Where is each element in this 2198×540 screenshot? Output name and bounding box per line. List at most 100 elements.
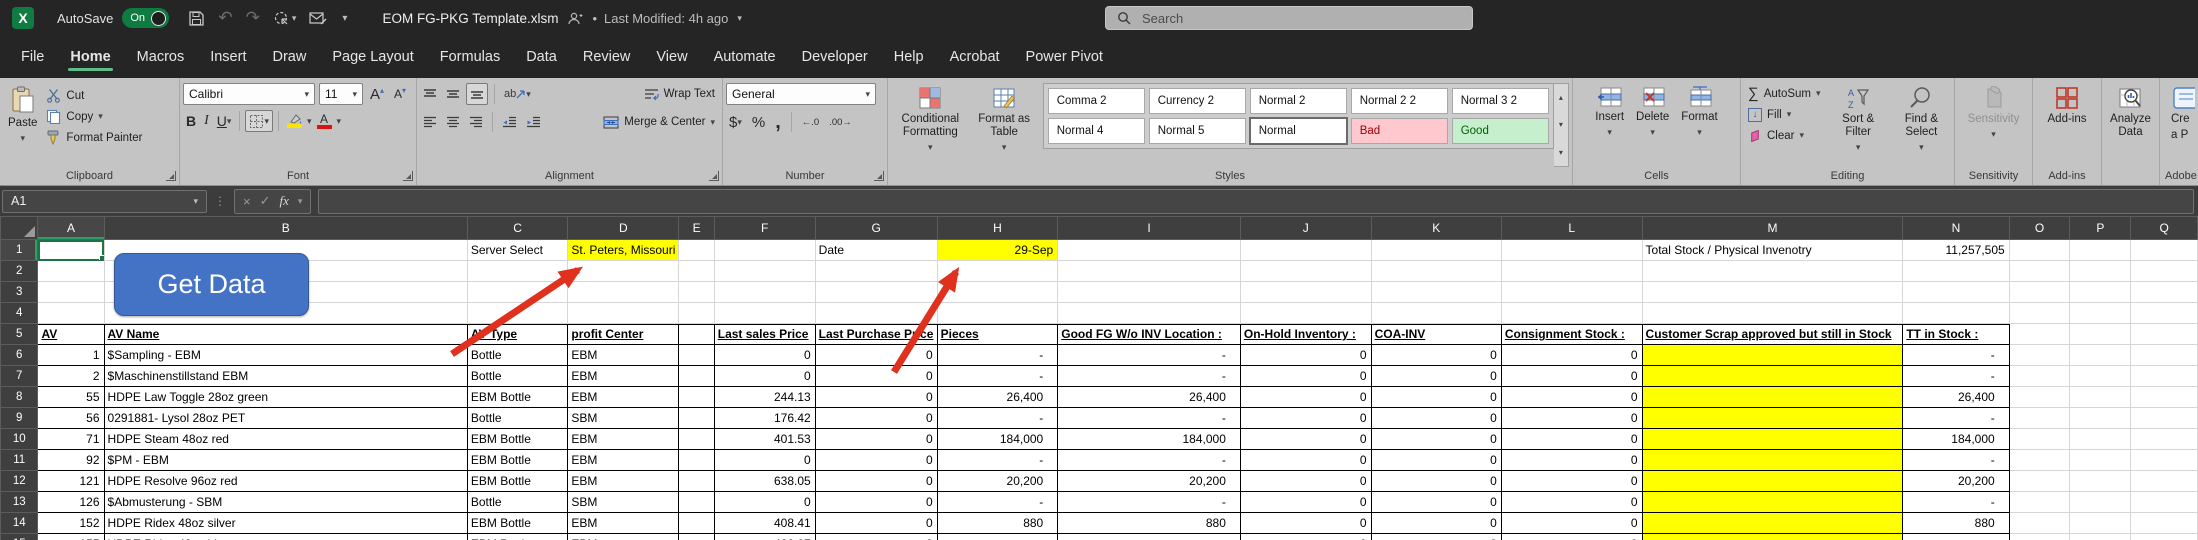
cell-D7[interactable]: EBM bbox=[568, 366, 679, 387]
format-cells-button[interactable]: Format ▾ bbox=[1676, 83, 1722, 140]
column-header-A[interactable]: A bbox=[38, 217, 104, 240]
increase-indent-button[interactable] bbox=[523, 111, 544, 133]
cell-M2[interactable] bbox=[1642, 261, 1903, 282]
paste-button[interactable]: Paste ▾ bbox=[3, 83, 42, 146]
style-chip-normal-4[interactable]: Normal 4 bbox=[1048, 118, 1145, 144]
cell-J8[interactable]: 0 bbox=[1240, 387, 1371, 408]
cell-L8[interactable]: 0 bbox=[1501, 387, 1642, 408]
font-size-select[interactable]: 11 ▾ bbox=[319, 83, 363, 105]
grow-font-button[interactable]: A▴ bbox=[367, 83, 387, 105]
style-chip-normal-2[interactable]: Normal 2 bbox=[1250, 88, 1347, 114]
cell-M11[interactable] bbox=[1642, 450, 1903, 471]
cell-E10[interactable] bbox=[679, 429, 714, 450]
cell-D12[interactable]: EBM bbox=[568, 471, 679, 492]
cell-I2[interactable] bbox=[1058, 261, 1241, 282]
formula-bar-grip[interactable]: ⋮ bbox=[214, 194, 227, 208]
cell-F11[interactable]: 0 bbox=[714, 450, 815, 471]
cell-J6[interactable]: 0 bbox=[1240, 345, 1371, 366]
gallery-expand-icon[interactable]: ▾ bbox=[1559, 148, 1563, 157]
cell-G1[interactable]: Date bbox=[815, 240, 937, 261]
cell-N13[interactable]: - bbox=[1903, 492, 2009, 513]
cell-J2[interactable] bbox=[1240, 261, 1371, 282]
column-header-Q[interactable]: Q bbox=[2131, 217, 2198, 240]
cell-E3[interactable] bbox=[679, 282, 714, 303]
cell-P15[interactable] bbox=[2070, 534, 2131, 540]
cell-C4[interactable] bbox=[467, 303, 567, 324]
cell-J15[interactable]: 0 bbox=[1240, 534, 1371, 540]
cell-B7[interactable]: $Maschinenstillstand EBM bbox=[104, 366, 467, 387]
align-left-button[interactable] bbox=[420, 111, 440, 133]
cell-Q15[interactable] bbox=[2131, 534, 2198, 540]
cell-I14[interactable]: 880 bbox=[1058, 513, 1241, 534]
document-title[interactable]: EOM FG-PKG Template.xlsm bbox=[382, 11, 558, 26]
row-header-10[interactable]: 10 bbox=[1, 429, 38, 450]
menu-tab-review[interactable]: Review bbox=[570, 40, 644, 78]
cell-I1[interactable] bbox=[1058, 240, 1241, 261]
styles-gallery-scrollbar[interactable]: ▴ ▾ ▾ bbox=[1554, 83, 1569, 167]
menu-tab-insert[interactable]: Insert bbox=[197, 40, 259, 78]
cell-Q13[interactable] bbox=[2131, 492, 2198, 513]
comma-style-button[interactable]: , bbox=[772, 111, 784, 133]
cell-N5[interactable]: TT in Stock : bbox=[1903, 324, 2009, 345]
cell-A8[interactable]: 55 bbox=[38, 387, 104, 408]
cell-I10[interactable]: 184,000 bbox=[1058, 429, 1241, 450]
column-header-I[interactable]: I bbox=[1058, 217, 1241, 240]
autosave-toggle[interactable]: On bbox=[122, 8, 169, 28]
cell-J10[interactable]: 0 bbox=[1240, 429, 1371, 450]
cell-J7[interactable]: 0 bbox=[1240, 366, 1371, 387]
cell-K4[interactable] bbox=[1371, 303, 1501, 324]
cell-L2[interactable] bbox=[1501, 261, 1642, 282]
cell-A5[interactable]: AV bbox=[38, 324, 104, 345]
lasso-select-icon[interactable]: ▾ bbox=[273, 10, 297, 27]
cell-C5[interactable]: AV Type bbox=[467, 324, 567, 345]
row-header-2[interactable]: 2 bbox=[1, 261, 38, 282]
cell-G15[interactable]: 0 bbox=[815, 534, 937, 540]
delete-cells-button[interactable]: Delete ▾ bbox=[1631, 83, 1674, 140]
cell-C13[interactable]: Bottle bbox=[467, 492, 567, 513]
cell-P9[interactable] bbox=[2070, 408, 2131, 429]
sort-filter-button[interactable]: AZ Sort & Filter ▾ bbox=[1829, 83, 1888, 155]
cell-E14[interactable] bbox=[679, 513, 714, 534]
row-header-15[interactable]: 15 bbox=[1, 534, 38, 540]
format-painter-button[interactable]: Format Painter bbox=[42, 127, 146, 148]
number-dialog-launcher[interactable] bbox=[874, 171, 884, 181]
column-header-J[interactable]: J bbox=[1240, 217, 1371, 240]
menu-tab-view[interactable]: View bbox=[643, 40, 700, 78]
menu-tab-formulas[interactable]: Formulas bbox=[427, 40, 513, 78]
cell-P5[interactable] bbox=[2070, 324, 2131, 345]
cell-H2[interactable] bbox=[937, 261, 1058, 282]
cell-O1[interactable] bbox=[2009, 240, 2070, 261]
cell-F7[interactable]: 0 bbox=[714, 366, 815, 387]
cell-K11[interactable]: 0 bbox=[1371, 450, 1501, 471]
row-header-7[interactable]: 7 bbox=[1, 366, 38, 387]
cell-O11[interactable] bbox=[2009, 450, 2070, 471]
cell-Q5[interactable] bbox=[2131, 324, 2198, 345]
orientation-button[interactable]: ab ▾ bbox=[501, 83, 534, 105]
cell-L5[interactable]: Consignment Stock : bbox=[1501, 324, 1642, 345]
align-top-button[interactable] bbox=[420, 83, 440, 105]
row-header-14[interactable]: 14 bbox=[1, 513, 38, 534]
cell-M12[interactable] bbox=[1642, 471, 1903, 492]
cell-O6[interactable] bbox=[2009, 345, 2070, 366]
number-format-select[interactable]: General ▾ bbox=[726, 83, 876, 105]
menu-tab-power-pivot[interactable]: Power Pivot bbox=[1013, 40, 1116, 78]
style-chip-bad[interactable]: Bad bbox=[1351, 118, 1448, 144]
cell-C2[interactable] bbox=[467, 261, 567, 282]
cell-C15[interactable]: EBM Bottle bbox=[467, 534, 567, 540]
cell-O8[interactable] bbox=[2009, 387, 2070, 408]
cell-J9[interactable]: 0 bbox=[1240, 408, 1371, 429]
cell-N14[interactable]: 880 bbox=[1903, 513, 2009, 534]
cell-L3[interactable] bbox=[1501, 282, 1642, 303]
cell-N1[interactable]: 11,257,505 bbox=[1903, 240, 2009, 261]
cell-C10[interactable]: EBM Bottle bbox=[467, 429, 567, 450]
cell-D10[interactable]: EBM bbox=[568, 429, 679, 450]
cell-N8[interactable]: 26,400 bbox=[1903, 387, 2009, 408]
cell-B14[interactable]: HDPE Ridex 48oz silver bbox=[104, 513, 467, 534]
cell-F13[interactable]: 0 bbox=[714, 492, 815, 513]
cell-N6[interactable]: - bbox=[1903, 345, 2009, 366]
cell-P14[interactable] bbox=[2070, 513, 2131, 534]
fill-handle[interactable] bbox=[99, 255, 105, 261]
cell-D4[interactable] bbox=[568, 303, 679, 324]
cell-H8[interactable]: 26,400 bbox=[937, 387, 1058, 408]
cell-D1[interactable]: St. Peters, Missouri bbox=[568, 240, 679, 261]
